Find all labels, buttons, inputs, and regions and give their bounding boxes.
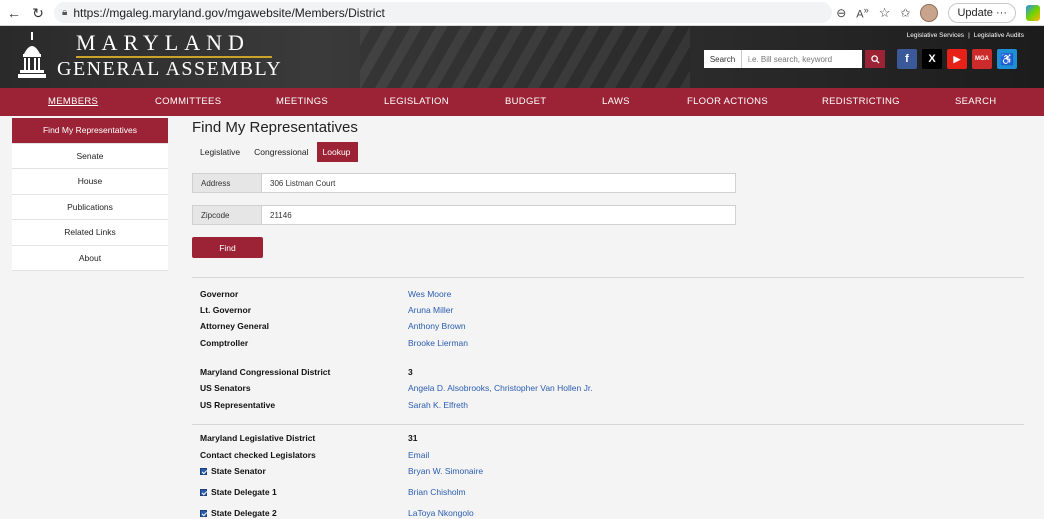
nav-legislation[interactable]: LEGISLATION [384, 96, 449, 107]
back-icon[interactable]: ← [4, 3, 24, 23]
header-background-image [360, 26, 690, 88]
result-link[interactable]: Angela D. Alsobrooks, Christopher Van Ho… [408, 383, 593, 393]
result-label: State Delegate 1 [211, 487, 277, 497]
legislative-services-link[interactable]: Legislative Services [907, 32, 964, 39]
nav-members[interactable]: MEMBERS [48, 96, 98, 107]
result-link[interactable]: Anthony Brown [408, 321, 466, 331]
search-label: Search [704, 50, 742, 68]
sidebar-item-publications[interactable]: Publications [12, 194, 168, 220]
logo-general-assembly[interactable]: GENERAL ASSEMBLY [57, 58, 282, 81]
legislator-checkbox[interactable] [200, 467, 207, 475]
favorite-star-icon[interactable]: ☆ [879, 5, 891, 21]
address-row: Address 306 Listman Court [192, 173, 736, 193]
legislator-checkbox[interactable] [200, 488, 207, 496]
browser-toolbar: ← ↻ 🔒︎ https://mgaleg.maryland.gov/mgawe… [0, 0, 1044, 26]
tab-legislative[interactable]: Legislative [194, 142, 248, 162]
page-title: Find My Representatives [192, 119, 358, 136]
email-link[interactable]: Email [408, 450, 429, 460]
nav-laws[interactable]: LAWS [602, 96, 630, 107]
result-label: Maryland Congressional District [200, 367, 331, 377]
search-button[interactable] [865, 50, 885, 68]
legislator-row: State Delegate 1 [200, 487, 277, 497]
result-label: US Representative [200, 400, 276, 410]
address-field[interactable]: 306 Listman Court [262, 173, 736, 193]
result-label: Contact checked Legislators [200, 450, 316, 460]
zipcode-label: Zipcode [192, 205, 262, 225]
legislator-row: State Delegate 2 [200, 508, 277, 518]
sidebar-item-find-my-representatives[interactable]: Find My Representatives [12, 118, 168, 144]
x-icon[interactable]: X [922, 49, 942, 69]
address-label: Address [192, 173, 262, 193]
more-icon: ··· [996, 7, 1007, 19]
result-value: 3 [408, 367, 413, 377]
tab-lookup[interactable]: Lookup [316, 142, 359, 162]
update-button[interactable]: Update ··· [948, 3, 1016, 23]
youtube-icon[interactable]: ▶ [947, 49, 967, 69]
result-label: Governor [200, 289, 239, 299]
sidebar-item-house[interactable]: House [12, 169, 168, 195]
legislator-checkbox[interactable] [200, 509, 207, 517]
result-label: US Senators [200, 383, 251, 393]
favorites-icon[interactable]: ✩ [900, 6, 910, 20]
sidebar: Find My Representatives Senate House Pub… [12, 118, 168, 271]
my-mga-icon[interactable]: MGA [972, 49, 992, 69]
legislator-row: State Senator [200, 466, 266, 476]
result-label: Attorney General [200, 321, 269, 331]
read-aloud-icon[interactable]: A» [856, 5, 868, 21]
result-link[interactable]: Wes Moore [408, 289, 451, 299]
refresh-icon[interactable]: ↻ [28, 3, 48, 23]
nav-redistricting[interactable]: REDISTRICTING [822, 96, 900, 107]
sidebar-item-senate[interactable]: Senate [12, 143, 168, 169]
lock-icon: 🔒︎ [62, 7, 68, 18]
results-divider [192, 424, 1024, 425]
sidebar-item-about[interactable]: About [12, 245, 168, 271]
zipcode-field[interactable]: 21146 [262, 205, 736, 225]
accessibility-icon[interactable]: ♿ [997, 49, 1017, 69]
result-link[interactable]: Brooke Lierman [408, 338, 468, 348]
find-button[interactable]: Find [192, 237, 263, 258]
nav-floor-actions[interactable]: FLOOR ACTIONS [687, 96, 768, 107]
result-link[interactable]: Aruna Miller [408, 305, 453, 315]
main-nav: MEMBERS COMMITTEES MEETINGS LEGISLATION … [0, 88, 1044, 116]
legislative-audits-link[interactable]: Legislative Audits [974, 32, 1024, 39]
nav-search[interactable]: SEARCH [955, 96, 996, 107]
result-value: 31 [408, 433, 418, 443]
result-label: Maryland Legislative District [200, 433, 316, 443]
result-link[interactable]: LaToya Nkongolo [408, 508, 474, 518]
site-header: MARYLAND GENERAL ASSEMBLY Legislative Se… [0, 26, 1044, 88]
result-link[interactable]: Brian Chisholm [408, 487, 466, 497]
lookup-tabs: Legislative Congressional Lookup [194, 142, 359, 162]
zoom-icon[interactable]: ⊖ [836, 6, 846, 20]
profile-avatar[interactable] [920, 4, 939, 22]
toplinks-separator: | [968, 32, 970, 39]
results-divider [192, 277, 1024, 278]
copilot-icon[interactable] [1026, 5, 1040, 21]
facebook-icon[interactable]: f [897, 49, 917, 69]
logo-maryland[interactable]: MARYLAND [76, 30, 250, 56]
zipcode-row: Zipcode 21146 [192, 205, 736, 225]
top-links: Legislative Services | Legislative Audit… [907, 32, 1024, 39]
update-label: Update [957, 7, 993, 19]
nav-committees[interactable]: COMMITTEES [155, 96, 221, 107]
sidebar-item-related-links[interactable]: Related Links [12, 220, 168, 246]
url-text: https://mgaleg.maryland.gov/mgawebsite/M… [73, 5, 385, 20]
statehouse-dome-icon [18, 32, 46, 78]
search-input[interactable] [742, 50, 862, 68]
nav-meetings[interactable]: MEETINGS [276, 96, 328, 107]
social-links: f X ▶ MGA ♿ [897, 49, 1017, 69]
search-icon [870, 54, 880, 64]
nav-budget[interactable]: BUDGET [505, 96, 546, 107]
result-link[interactable]: Bryan W. Simonaire [408, 466, 483, 476]
tab-congressional[interactable]: Congressional [248, 142, 316, 162]
result-label: Lt. Governor [200, 305, 252, 315]
result-label: State Senator [211, 466, 266, 476]
result-label: State Delegate 2 [211, 508, 277, 518]
site-search: Search [704, 50, 885, 68]
address-bar[interactable]: 🔒︎ https://mgaleg.maryland.gov/mgawebsit… [54, 2, 832, 23]
result-link[interactable]: Sarah K. Elfreth [408, 400, 468, 410]
result-label: Comptroller [200, 338, 249, 348]
